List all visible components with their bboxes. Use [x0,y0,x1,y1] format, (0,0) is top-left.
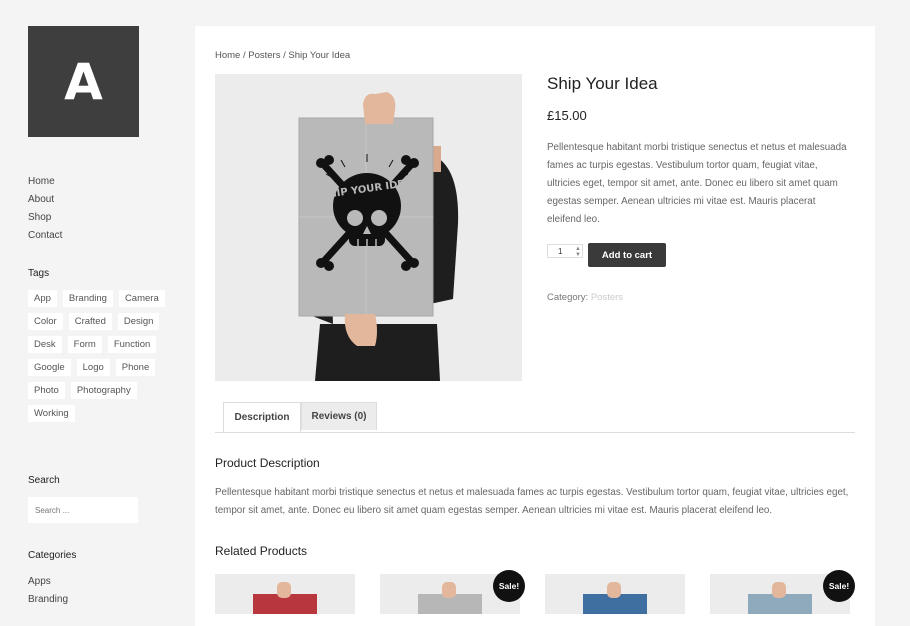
hand-image [442,582,456,598]
hand-image [772,582,786,598]
product-price: £15.00 [547,108,587,123]
nav-contact[interactable]: Contact [28,227,62,245]
breadcrumb-posters[interactable]: Posters [248,50,280,61]
sale-badge: Sale! [823,570,855,602]
description-heading: Product Description [215,456,320,470]
category-apps[interactable]: Apps [28,573,68,591]
tag-color[interactable]: Color [28,313,63,330]
tag-function[interactable]: Function [107,336,157,353]
quantity-stepper[interactable]: 1 ▲ ▼ [547,244,583,258]
product-image[interactable]: SHIP YOUR IDEA [215,74,522,381]
tag-camera[interactable]: Camera [118,290,165,307]
breadcrumb: Home / Posters / Ship Your Idea [215,50,350,61]
tag-desk[interactable]: Desk [28,336,62,353]
product-category: Category: Posters [547,292,623,303]
product-title: Ship Your Idea [547,74,658,93]
search-heading: Search [28,475,60,486]
main-content: Home / Posters / Ship Your Idea SHIP YOU… [195,26,875,626]
site-logo[interactable]: A [28,26,139,137]
search-input[interactable] [28,497,138,523]
tag-app[interactable]: App [28,290,57,307]
spinner-arrows-icon[interactable]: ▲ ▼ [575,246,581,258]
product-short-description: Pellentesque habitant morbi tristique se… [547,142,847,225]
categories-heading: Categories [28,550,77,561]
tag-logo[interactable]: Logo [76,359,110,376]
product-tabs: Description Reviews (0) [215,402,855,433]
tag-working[interactable]: Working [28,405,75,422]
nav-home[interactable]: Home [28,173,62,191]
breadcrumb-current: Ship Your Idea [288,50,351,61]
tag-phone[interactable]: Phone [115,359,156,376]
tab-description[interactable]: Description [223,402,301,432]
tags-heading: Tags [28,268,50,279]
poster-illustration: SHIP YOUR IDEA [215,74,522,381]
add-to-cart-button[interactable]: Add to cart [588,243,666,267]
hand-image [277,582,291,598]
tag-form[interactable]: Form [67,336,102,353]
quantity-value: 1 [558,246,563,256]
related-product-card[interactable] [215,574,355,614]
tag-google[interactable]: Google [28,359,71,376]
tag-photography[interactable]: Photography [70,382,137,399]
category-link-posters[interactable]: Posters [591,292,623,303]
tag-branding[interactable]: Branding [62,290,113,307]
tag-cloud: App Branding Camera Color Crafted Design… [28,290,178,422]
category-label: Category: [547,292,589,303]
main-nav: Home About Shop Contact [28,173,62,245]
tab-reviews[interactable]: Reviews (0) [301,402,377,430]
category-list: Apps Branding [28,573,68,609]
product-long-description: Pellentesque habitant morbi tristique se… [215,487,849,516]
tag-crafted[interactable]: Crafted [68,313,112,330]
tag-design[interactable]: Design [117,313,160,330]
logo-letter: A [64,52,103,111]
category-branding[interactable]: Branding [28,591,68,609]
breadcrumb-home[interactable]: Home [215,50,240,61]
related-product-card[interactable] [545,574,685,614]
sale-badge: Sale! [493,570,525,602]
tag-photo[interactable]: Photo [28,382,65,399]
nav-shop[interactable]: Shop [28,209,62,227]
nav-about[interactable]: About [28,191,62,209]
hand-image [607,582,621,598]
related-products-heading: Related Products [215,544,308,558]
